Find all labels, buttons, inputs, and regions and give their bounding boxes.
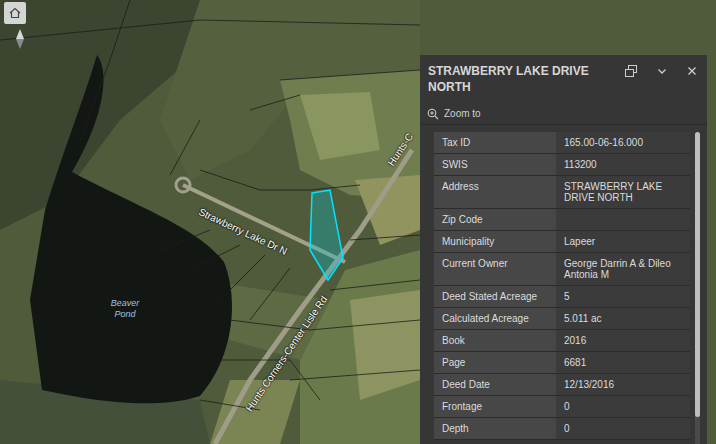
attribute-row: Deed Stated Acreage5 [434, 286, 690, 308]
attribute-row: Calculated Acreage5.011 ac [434, 308, 690, 330]
attribute-row: Tax ID165.00-06-16.000 [434, 132, 690, 154]
home-icon [9, 7, 21, 19]
attribute-value: 0 [556, 396, 690, 417]
attribute-label: SWIS [434, 154, 556, 175]
attribute-label: Page [434, 352, 556, 373]
popup-header: STRAWBERRY LAKE DRIVE NORTH [420, 55, 707, 103]
zoom-in-icon [427, 108, 439, 120]
attribute-row: Page6681 [434, 352, 690, 374]
dock-icon[interactable] [625, 65, 637, 77]
attribute-value [556, 209, 690, 230]
attribute-value: 5 [556, 286, 690, 307]
popup-body: Tax ID165.00-06-16.000SWIS113200AddressS… [420, 132, 707, 444]
scrollbar[interactable] [695, 132, 700, 444]
attribute-label: Current Owner [434, 253, 556, 285]
attribute-label: Deed Date [434, 374, 556, 395]
attribute-row: Zip Code [434, 209, 690, 231]
attribute-value: 5.011 ac [556, 308, 690, 329]
attribute-label: Tax ID [434, 132, 556, 153]
attribute-label: Municipality [434, 231, 556, 252]
attribute-table: Tax ID165.00-06-16.000SWIS113200AddressS… [434, 132, 690, 444]
popup-title: STRAWBERRY LAKE DRIVE NORTH [428, 63, 606, 95]
attribute-row: MunicipalityLapeer [434, 231, 690, 253]
zoom-to-button[interactable]: Zoom to [420, 103, 707, 125]
attribute-row: Current OwnerGeorge Darrin A & Dileo Ant… [434, 253, 690, 286]
attribute-label: Frontage [434, 396, 556, 417]
attribute-label: Calculated Acreage [434, 308, 556, 329]
attribute-value: 165.00-06-16.000 [556, 132, 690, 153]
collapse-icon[interactable] [657, 66, 667, 76]
compass-button[interactable] [13, 28, 27, 50]
attribute-label: Book [434, 330, 556, 351]
home-button[interactable] [4, 2, 26, 24]
attribute-row: AddressSTRAWBERRY LAKE DRIVE NORTH [434, 176, 690, 209]
close-icon[interactable] [687, 66, 697, 76]
attribute-value: 2016 [556, 330, 690, 351]
attribute-row: Deed Date12/13/2016 [434, 374, 690, 396]
attribute-value: 0 [556, 418, 690, 439]
attribute-value: 6681 [556, 352, 690, 373]
attribute-row: SWIS113200 [434, 154, 690, 176]
attribute-label: Zip Code [434, 209, 556, 230]
scrollbar-thumb[interactable] [695, 132, 700, 417]
water-label: Beaver Pond [104, 298, 146, 320]
attribute-value: Lapeer [556, 231, 690, 252]
attribute-label: Depth [434, 418, 556, 439]
attribute-row: Book2016 [434, 330, 690, 352]
map-view[interactable]: Strawberry Lake Dr NHunts Corners-Center… [0, 0, 716, 444]
attribute-value: George Darrin A & Dileo Antonia M [556, 253, 690, 285]
attribute-value: 12/13/2016 [556, 374, 690, 395]
popup-panel: STRAWBERRY LAKE DRIVE NORTH Zoom to Tax … [420, 55, 707, 444]
attribute-row: Frontage0 [434, 396, 690, 418]
attribute-row: Depth0 [434, 418, 690, 440]
attribute-value: STRAWBERRY LAKE DRIVE NORTH [556, 176, 690, 208]
attribute-label: Address [434, 176, 556, 208]
compass-icon [15, 29, 25, 49]
attribute-label: Deed Stated Acreage [434, 286, 556, 307]
attribute-value: 113200 [556, 154, 690, 175]
zoom-to-label: Zoom to [444, 106, 481, 121]
header-actions [625, 63, 697, 77]
